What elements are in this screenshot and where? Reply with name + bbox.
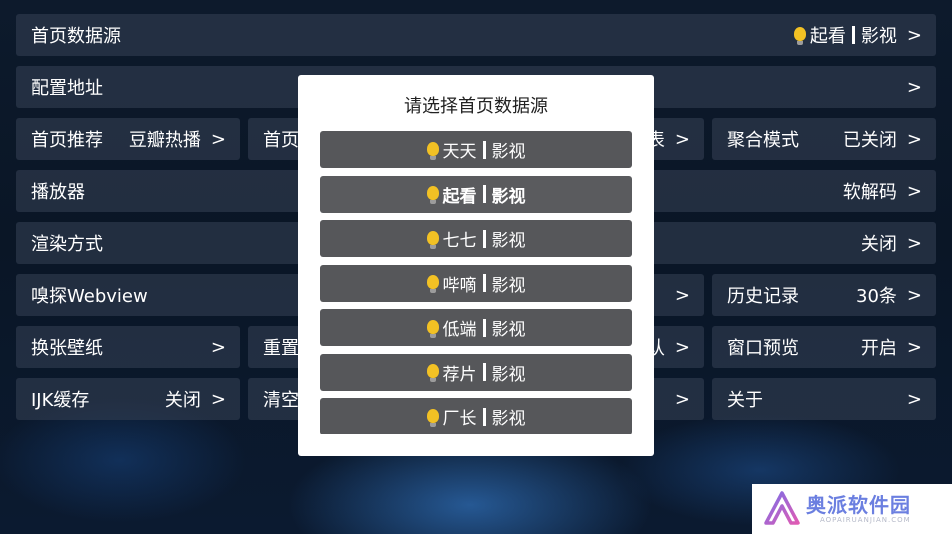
chevron-right-icon: > — [674, 284, 690, 306]
chevron-right-icon: > — [674, 336, 690, 358]
option-name: 哔嘀 — [442, 275, 477, 296]
setting-label: 窗口预览 — [727, 338, 799, 359]
chevron-right-icon: > — [906, 388, 922, 410]
setting-value: 开启 — [860, 338, 897, 359]
source-option[interactable]: 厂长 影视 — [320, 398, 632, 434]
option-name: 天天 — [442, 142, 477, 162]
setting-wallpaper[interactable]: 换张壁纸 > — [16, 326, 240, 368]
source-suffix: 影视 — [860, 26, 897, 47]
setting-value: 豆瓣热播 — [128, 130, 201, 151]
option-suffix: 影视 — [491, 320, 526, 340]
setting-value: 关闭 — [860, 234, 897, 255]
chevron-right-icon: > — [906, 232, 922, 254]
option-suffix: 影视 — [491, 186, 526, 207]
chevron-right-icon: > — [210, 128, 226, 150]
setting-label: 首页 — [263, 130, 299, 151]
separator-bar — [482, 363, 486, 381]
lightbulb-icon — [426, 364, 439, 382]
setting-label: 首页推荐 — [31, 130, 103, 151]
option-name: 厂长 — [442, 409, 477, 429]
chevron-right-icon: > — [210, 336, 226, 358]
separator-bar — [482, 185, 486, 203]
option-suffix: 影视 — [491, 364, 526, 385]
option-name: 起看 — [442, 186, 477, 207]
setting-ijk-cache[interactable]: IJK缓存 关闭 > — [16, 378, 240, 420]
option-suffix: 影视 — [491, 142, 526, 162]
chevron-right-icon: > — [674, 388, 690, 410]
source-option[interactable]: 哔嘀 影视 — [320, 264, 632, 302]
separator-bar — [851, 26, 855, 44]
site-watermark: 奥派软件园 AOPAIRUANJIAN.COM — [752, 484, 952, 534]
setting-value: 30条 — [856, 286, 897, 307]
source-option-list[interactable]: 天天 影视 起看 影视 七七 影视 哔嘀 影视 低端 影视 荐片 影视 厂长 影… — [320, 131, 632, 434]
setting-aggregate-mode[interactable]: 聚合模式 已关闭 > — [712, 118, 936, 160]
watermark-title: 奥派软件园 — [806, 492, 911, 517]
separator-bar — [482, 407, 486, 426]
option-suffix: 影视 — [491, 231, 526, 251]
setting-about[interactable]: 关于 > — [712, 378, 936, 420]
lightbulb-icon — [793, 27, 806, 45]
lightbulb-icon — [426, 186, 439, 204]
source-name: 起看 — [809, 26, 846, 47]
chevron-right-icon: > — [210, 388, 226, 410]
setting-label: 配置地址 — [31, 78, 103, 99]
setting-label: 关于 — [727, 390, 763, 411]
watermark-subtitle: AOPAIRUANJIAN.COM — [820, 515, 911, 524]
setting-value: 起看 影视 > — [793, 22, 922, 48]
source-option[interactable]: 七七 影视 — [320, 220, 632, 257]
setting-value: 软解码 — [842, 182, 897, 203]
lightbulb-icon — [426, 408, 439, 427]
chevron-right-icon: > — [906, 284, 922, 306]
source-option-selected[interactable]: 起看 影视 — [320, 175, 632, 213]
chevron-right-icon: > — [674, 128, 690, 150]
setting-value: 已关闭 — [842, 130, 897, 151]
option-name: 荐片 — [442, 364, 477, 385]
option-name: 低端 — [442, 320, 477, 340]
lightbulb-icon — [426, 230, 439, 249]
setting-label: 聚合模式 — [727, 130, 799, 151]
setting-label: 首页数据源 — [31, 26, 121, 47]
separator-bar — [482, 274, 486, 292]
aopai-logo-icon — [764, 491, 800, 525]
setting-label: 换张壁纸 — [31, 338, 103, 359]
separator-bar — [482, 318, 486, 337]
setting-label: 播放器 — [31, 182, 85, 203]
chevron-right-icon: > — [906, 24, 922, 46]
lightbulb-icon — [426, 319, 439, 338]
setting-label: IJK缓存 — [31, 390, 90, 411]
setting-window-preview[interactable]: 窗口预览 开启 > — [712, 326, 936, 368]
setting-label: 嗅探Webview — [31, 286, 148, 307]
chevron-right-icon: > — [906, 76, 922, 98]
setting-label: 重置 — [263, 338, 299, 359]
source-select-dialog: 请选择首页数据源 天天 影视 起看 影视 七七 影视 哔嘀 影视 低端 影视 荐… — [298, 75, 654, 456]
source-option[interactable]: 天天 影视 — [320, 131, 632, 168]
setting-home-source[interactable]: 首页数据源 起看 影视 > — [16, 14, 936, 56]
option-suffix: 影视 — [491, 275, 526, 296]
option-suffix: 影视 — [491, 409, 526, 429]
source-option[interactable]: 低端 影视 — [320, 309, 632, 346]
source-option[interactable]: 荐片 影视 — [320, 353, 632, 391]
dialog-title: 请选择首页数据源 — [404, 96, 548, 117]
lightbulb-icon — [426, 141, 439, 160]
setting-label: 清空 — [263, 390, 299, 411]
setting-value: 关闭 — [164, 390, 201, 411]
setting-label: 历史记录 — [727, 286, 799, 307]
chevron-right-icon: > — [906, 336, 922, 358]
option-name: 七七 — [442, 231, 477, 251]
chevron-right-icon: > — [906, 128, 922, 150]
setting-history[interactable]: 历史记录 30条 > — [712, 274, 936, 316]
setting-home-recommend[interactable]: 首页推荐 豆瓣热播 > — [16, 118, 240, 160]
lightbulb-icon — [426, 275, 439, 293]
chevron-right-icon: > — [906, 180, 922, 202]
setting-label: 渲染方式 — [31, 234, 103, 255]
separator-bar — [482, 229, 486, 248]
separator-bar — [482, 140, 486, 159]
